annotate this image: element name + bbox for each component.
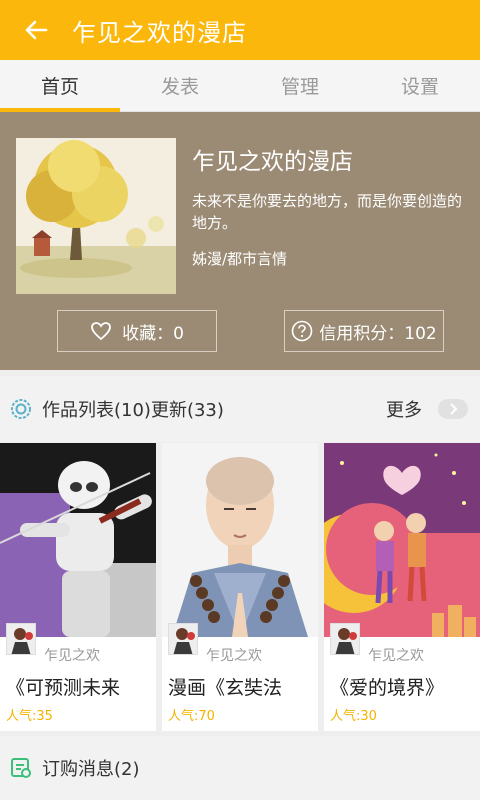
work-author: 乍见之欢 [44, 648, 100, 664]
page-title: 乍见之欢的漫店 [72, 18, 247, 47]
work-cover-love [324, 443, 480, 637]
credit-label: 信用积分：102 [319, 323, 437, 344]
work-cover-monk [162, 443, 318, 637]
shop-header: 乍见之欢的漫店 未来不是你要去的地方，而是你要创造的地方。 姊漫/都市言情 收藏… [0, 112, 480, 370]
favorite-button[interactable]: 收藏：0 [57, 310, 217, 352]
more-button[interactable] [438, 399, 468, 419]
tab-publish[interactable]: 发表 [120, 60, 240, 111]
arrow-left-icon [25, 20, 48, 40]
more-link[interactable]: 更多 [386, 396, 422, 422]
work-title: 《爱的境界》 [330, 677, 445, 699]
works-list: 乍见之欢 《可预测未来 人气:35 乍见之欢 漫画《玄奘法 人气:70 乍见之欢… [0, 443, 480, 731]
shop-cover-image [16, 138, 176, 294]
shop-name: 乍见之欢的漫店 [192, 149, 353, 175]
shop-category: 姊漫/都市言情 [192, 250, 288, 268]
favorite-label: 收藏：0 [122, 323, 184, 344]
chevron-right-icon [450, 403, 458, 415]
work-card[interactable]: 乍见之欢 漫画《玄奘法 人气:70 [162, 443, 318, 731]
work-card[interactable]: 乍见之欢 《爱的境界》 人气:30 [324, 443, 480, 731]
avatar [6, 623, 36, 655]
orders-section-header[interactable]: 订购消息(2) [0, 736, 480, 800]
work-author: 乍见之欢 [206, 648, 262, 664]
orders-header-title: 订购消息(2) [42, 759, 140, 780]
works-header-title: 作品列表(10)更新(33) [42, 400, 224, 421]
tab-bar: 首页 发表 管理 设置 [0, 60, 480, 112]
credit-button[interactable]: 信用积分：102 [284, 310, 444, 352]
order-message-icon [11, 758, 31, 778]
avatar [330, 623, 360, 655]
tab-home[interactable]: 首页 [0, 60, 120, 112]
work-popularity: 人气:30 [330, 709, 377, 724]
work-popularity: 人气:35 [6, 709, 53, 724]
heart-icon [91, 322, 111, 341]
tab-manage[interactable]: 管理 [240, 60, 360, 111]
question-icon [291, 320, 313, 342]
shop-description: 未来不是你要去的地方，而是你要创造的地方。 [192, 192, 463, 232]
work-cover-robot [0, 443, 156, 637]
work-title: 《可预测未来 [6, 677, 121, 699]
tab-settings[interactable]: 设置 [360, 60, 480, 111]
badge-icon [11, 399, 31, 419]
works-section-header: 作品列表(10)更新(33) 更多 [0, 376, 480, 442]
app-bar: 乍见之欢的漫店 [0, 0, 480, 60]
avatar [168, 623, 198, 655]
work-card[interactable]: 乍见之欢 《可预测未来 人气:35 [0, 443, 156, 731]
back-button[interactable] [0, 0, 72, 60]
work-title: 漫画《玄奘法 [168, 677, 283, 699]
work-author: 乍见之欢 [368, 648, 424, 664]
work-popularity: 人气:70 [168, 709, 215, 724]
